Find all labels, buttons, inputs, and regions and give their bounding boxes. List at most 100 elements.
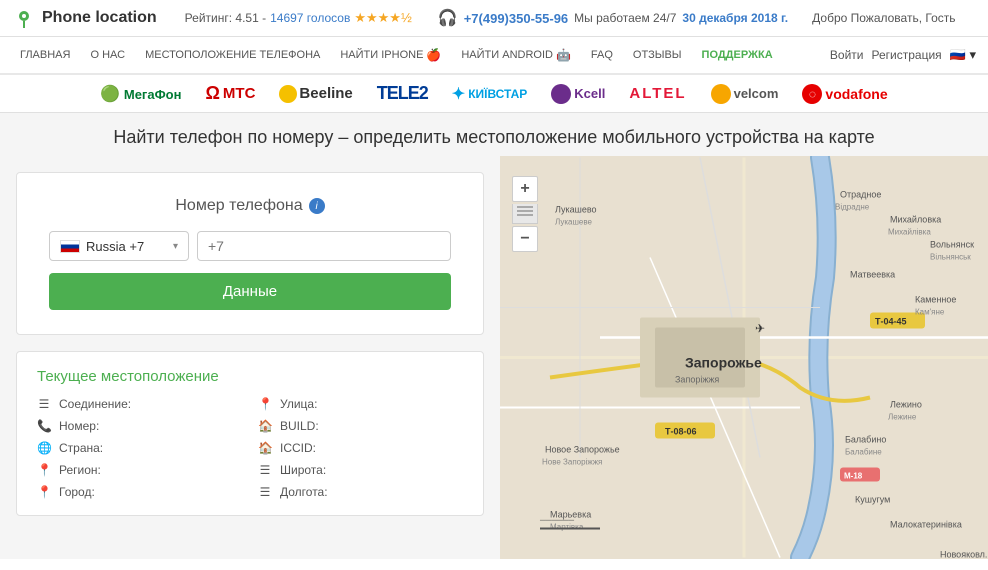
nav-register[interactable]: Регистрация: [872, 48, 942, 62]
op-velcom[interactable]: velcom: [711, 84, 779, 104]
phone-number-link[interactable]: +7(499)350-55-96: [464, 11, 568, 26]
op-mts[interactable]: Ω МТС: [205, 83, 255, 104]
map-controls: + −: [512, 176, 538, 252]
op-kcell[interactable]: Kcell: [551, 84, 605, 104]
op-altel[interactable]: ALTEL: [629, 85, 686, 102]
svg-text:Лежино: Лежино: [890, 400, 922, 410]
region-label: Регион:: [59, 463, 101, 477]
zoom-in-button[interactable]: +: [512, 176, 538, 202]
nav-reviews[interactable]: ОТЗЫВЫ: [625, 36, 690, 74]
svg-text:──────: ──────: [539, 516, 574, 525]
date-text: 30 декабря 2018 г.: [682, 11, 788, 25]
location-item-country: 🌐 Страна:: [37, 441, 242, 455]
nav-bar: ГЛАВНАЯ О НАС МЕСТОПОЛОЖЕНИЕ ТЕЛЕФОНА НА…: [0, 37, 988, 75]
svg-text:Нове Запоріжжя: Нове Запоріжжя: [542, 458, 602, 467]
rating-votes-link[interactable]: 14697 голосов: [270, 11, 350, 25]
stars: ★★★★½: [354, 10, 411, 26]
svg-text:М-18: М-18: [844, 472, 863, 481]
svg-text:Малокатеринівка: Малокатеринівка: [890, 520, 962, 530]
location-right-col: 📍 Улица: 🏠 BUILD: 🏠 ICCID: ☰ Широта:: [258, 397, 463, 499]
works-text: Мы работаем 24/7: [574, 11, 676, 25]
svg-text:Михайловка: Михайловка: [890, 215, 941, 225]
svg-text:Вольнянск: Вольнянск: [930, 240, 974, 250]
globe-icon: 🌐: [37, 441, 51, 455]
number-label: Номер:: [59, 419, 99, 433]
nav-find-android-label: НАЙТИ ANDROID: [461, 49, 553, 61]
zoom-out-button[interactable]: −: [512, 226, 538, 252]
nav-location[interactable]: МЕСТОПОЛОЖЕНИЕ ТЕЛЕФОНА: [137, 36, 328, 74]
nav-about[interactable]: О НАС: [82, 36, 133, 74]
location-item-connection: ☰ Соединение:: [37, 397, 242, 411]
rating-area: Рейтинг: 4.51 - 14697 голосов ★★★★½: [185, 10, 412, 26]
left-panel: Номер телефона i Russia +7 ▾ Данные Теку…: [0, 156, 500, 559]
map-svg: Запорожье Запоріжжя Т-08-06 Т-04-45 М-18…: [500, 156, 988, 559]
language-flag[interactable]: 🇷🇺 ▾: [950, 47, 976, 63]
info-icon[interactable]: i: [309, 198, 325, 214]
iccid-icon: 🏠: [258, 441, 272, 455]
op-megafon[interactable]: 🟢 МегаФон: [100, 84, 181, 104]
op-kyivstar[interactable]: ✦ КИЇВСТАР: [452, 84, 528, 104]
nav-login[interactable]: Войти: [830, 48, 864, 62]
city-icon: 📍: [37, 485, 51, 499]
connection-icon: ☰: [37, 397, 51, 411]
dropdown-arrow-icon: ▾: [173, 241, 178, 252]
zoom-steps: [512, 204, 538, 224]
rating-label: Рейтинг: 4.51 -: [185, 11, 266, 25]
lat-icon: ☰: [258, 463, 272, 477]
android-icon: 🤖: [556, 48, 571, 62]
op-tele2[interactable]: TELE2: [377, 83, 428, 104]
svg-text:Лежине: Лежине: [888, 413, 917, 422]
location-item-region: 📍 Регион:: [37, 463, 242, 477]
nav-find-iphone[interactable]: НАЙТИ IPHONE 🍎: [332, 36, 449, 74]
operators-bar: 🟢 МегаФон Ω МТС Beeline TELE2 ✦ КИЇВСТАР…: [0, 75, 988, 113]
svg-text:Новояковл...: Новояковл...: [940, 550, 988, 560]
phone-input-row: Russia +7 ▾: [49, 231, 451, 261]
country-label-loc: Страна:: [59, 441, 103, 455]
map-area[interactable]: Запорожье Запоріжжя Т-08-06 Т-04-45 М-18…: [500, 156, 988, 559]
street-icon: 📍: [258, 397, 272, 411]
svg-text:Новое Запорожье: Новое Запорожье: [545, 445, 620, 455]
op-beeline[interactable]: Beeline: [279, 85, 352, 103]
location-item-iccid: 🏠 ICCID:: [258, 441, 463, 455]
svg-text:Балабине: Балабине: [845, 448, 882, 457]
location-title: Текущее местоположение: [37, 368, 463, 385]
form-title: Номер телефона i: [49, 197, 451, 215]
svg-text:Отрадное: Отрадное: [840, 190, 881, 200]
svg-text:Т-08-06: Т-08-06: [665, 427, 697, 437]
apple-icon: 🍎: [426, 48, 441, 62]
location-left-col: ☰ Соединение: 📞 Номер: 🌐 Страна: 📍 Регио…: [37, 397, 242, 499]
svg-text:Запоріжжя: Запоріжжя: [675, 375, 719, 385]
submit-button[interactable]: Данные: [49, 273, 451, 310]
svg-text:Матвеевка: Матвеевка: [850, 270, 895, 280]
svg-text:Т-04-45: Т-04-45: [875, 317, 907, 327]
svg-text:Лукашево: Лукашево: [555, 205, 597, 215]
country-select[interactable]: Russia +7 ▾: [49, 231, 189, 261]
phone-icon: 📞: [37, 419, 51, 433]
location-item-city: 📍 Город:: [37, 485, 242, 499]
nav-find-iphone-label: НАЙТИ IPHONE: [340, 49, 423, 61]
op-vodafone[interactable]: ◌ vodafone: [802, 84, 887, 104]
form-title-text: Номер телефона: [175, 197, 302, 215]
phone-area: 🎧 +7(499)350-55-96 Мы работаем 24/7 30 д…: [438, 8, 788, 28]
headset-icon: 🎧: [438, 8, 458, 28]
welcome-text: Добро Пожаловать, Гость: [812, 11, 955, 25]
phone-input[interactable]: [197, 231, 451, 261]
build-label: BUILD:: [280, 419, 319, 433]
city-name-label: Запорожье: [685, 355, 762, 371]
location-item-street: 📍 Улица:: [258, 397, 463, 411]
nav-home[interactable]: ГЛАВНАЯ: [12, 36, 78, 74]
pin-icon: 📍: [37, 463, 51, 477]
connection-label: Соединение:: [59, 397, 131, 411]
flag-ru: [60, 240, 80, 253]
svg-text:Михайлівка: Михайлівка: [888, 228, 931, 237]
nav-support[interactable]: ПОДДЕРЖКА: [694, 36, 781, 74]
top-bar: Phone location Рейтинг: 4.51 - 14697 гол…: [0, 0, 988, 37]
build-icon: 🏠: [258, 419, 272, 433]
location-card: Текущее местоположение ☰ Соединение: 📞 Н…: [16, 351, 484, 516]
nav-find-android[interactable]: НАЙТИ ANDROID 🤖: [453, 36, 579, 74]
country-label: Russia +7: [86, 239, 144, 254]
logo: Phone location: [12, 6, 157, 30]
city-label: Город:: [59, 485, 95, 499]
nav-faq[interactable]: FAQ: [583, 36, 621, 74]
nav-right: Войти Регистрация 🇷🇺 ▾: [830, 47, 976, 63]
